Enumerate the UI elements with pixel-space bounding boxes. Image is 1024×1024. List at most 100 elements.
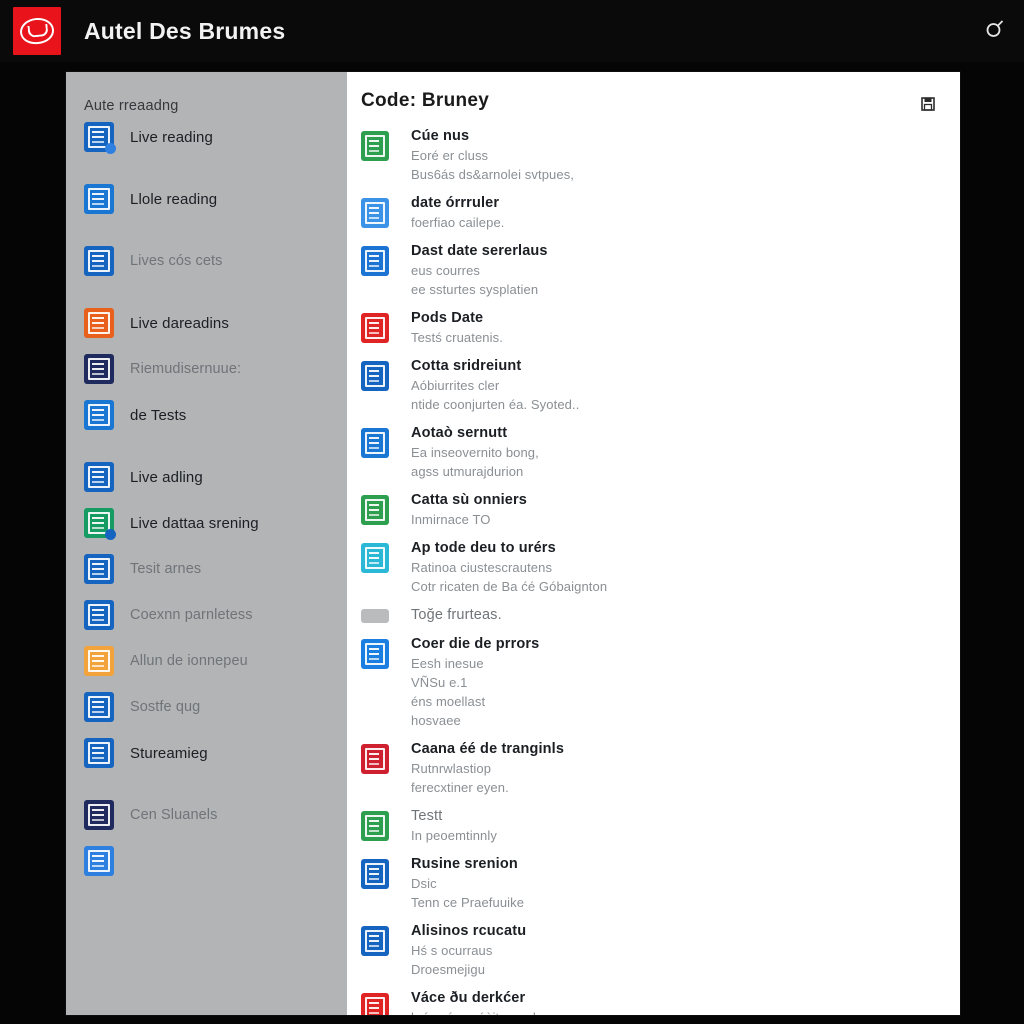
list-item-subtitle: Testś cruatenis. [411, 330, 503, 345]
list-item[interactable]: Testt In peoemtinnly [361, 806, 960, 845]
sidebar-item-6[interactable]: Live adling [66, 454, 347, 500]
list-item[interactable]: Cotta sridreiunt Aóbiurrites cler ntide co… [361, 356, 960, 414]
sidebar-item-14[interactable] [66, 838, 347, 884]
save-icon[interactable] [918, 94, 938, 114]
sidebar-item-label: Live adling [130, 468, 203, 486]
editor-blue-icon [361, 639, 389, 669]
window-blue-icon [361, 198, 389, 228]
list-item-subtitle: Ratinoa ciustescrautens [411, 560, 553, 575]
seal-red-icon [361, 313, 389, 343]
list-item-title: Dast date sererlaus [411, 243, 548, 259]
sidebar-item-3[interactable]: Live dareadins [66, 300, 347, 346]
list-item-text: Catta sù onniers Inmirnace TO [411, 490, 527, 529]
list-item-subtitle: Cotr ricaten de Ba ćé Góbaignton [411, 579, 608, 594]
search-icon[interactable] [984, 18, 1006, 45]
list-item-subtitle: Tenn ce Praefuuike [411, 895, 525, 910]
sidebar-item-label: Allun de ionnepeu [130, 653, 248, 669]
list-item-title: Coer die de prrors [411, 636, 540, 652]
banner-red-icon [361, 993, 389, 1015]
list-item[interactable]: Pods Date Testś cruatenis. [361, 308, 960, 347]
list-item[interactable]: Ap tode deu to urérs Ratinoa ciustescraut… [361, 538, 960, 596]
list-item-text: Cotta sridreiunt Aóbiurrites cler ntide co… [411, 356, 579, 414]
list-item-subtitle: In peoemtinnly [411, 828, 497, 843]
list-item-subtitle: Ea inseovernito bong, [411, 445, 539, 460]
content-list: Cúe nus Eoré er cluss Bus6ás ds&arnolei sv… [347, 114, 960, 1015]
sidebar-header: Aute rreaadng [84, 98, 179, 114]
list-item[interactable]: Toğe frurteas. [361, 605, 960, 625]
list-item-text: Aotaò sernutt Ea inseovernito bong, agss u… [411, 423, 539, 481]
list-item-subtitle: ferecxtiner eyen. [411, 780, 509, 795]
list-item-subtitle: Inmirnace TO [411, 512, 491, 527]
list-item-title: Ap tode deu to urérs [411, 540, 556, 556]
sidebar-item-label: Live reading [130, 128, 213, 146]
list-item[interactable]: Cúe nus Eoré er cluss Bus6ás ds&arnolei sv… [361, 126, 960, 184]
list-item-title: Testt [411, 808, 443, 824]
list-item-title: Caana éé de tranginls [411, 741, 565, 757]
main-window: Aute rreaadng Live reading Llole reading L… [66, 72, 960, 1015]
sidebar-item-1[interactable]: Llole reading [66, 176, 347, 222]
list-item[interactable]: Dast date sererlaus eus courres ee ssturte… [361, 241, 960, 299]
list-item-subtitle: krés céa ccéòitrom els [411, 1008, 543, 1015]
sidebar-item-13[interactable]: Cen Sluanels [66, 792, 347, 838]
page-title: Code: Bruney [361, 90, 490, 111]
sidebar-item-4[interactable]: Riemudisernuue: [66, 346, 347, 392]
list-item-title: Váce ðu derkćer [411, 990, 526, 1006]
sidebar-item-8[interactable]: Tesit arnes [66, 546, 347, 592]
dark-bar-icon [84, 354, 114, 384]
sidebar-item-10[interactable]: Allun de ionnepeu [66, 638, 347, 684]
list-item-subtitle: Dsic [411, 876, 437, 891]
list-item[interactable]: Aotaò sernutt Ea inseovernito bong, agss u… [361, 423, 960, 481]
test-window-icon [84, 400, 114, 430]
list-item-title: Toğe frurteas. [411, 607, 502, 623]
list-item[interactable]: Váce ðu derkćerkrés céa ccéòitrom elslie… [361, 988, 960, 1015]
list-item-text: Alisinos rcucatu Hś s ocurraus Droesmejigu [411, 921, 526, 979]
list-item[interactable]: Rusine srenion Dsic Tenn ce Praefuuike [361, 854, 960, 912]
grid-blue-icon [361, 926, 389, 956]
sidebar-item-11[interactable]: Sostfe qug [66, 684, 347, 730]
sidebar-item-9[interactable]: Coexnn parnletess [66, 592, 347, 638]
list-item[interactable]: Alisinos rcucatu Hś s ocurraus Droesmejigu [361, 921, 960, 979]
list-item-subtitle: Eoré er cluss [411, 148, 489, 163]
list-item-text: Testt In peoemtinnly [411, 806, 497, 845]
list-item-text: Ap tode deu to urérs Ratinoa ciustescraut… [411, 538, 607, 596]
list-item-title: Alisinos rcucatu [411, 923, 527, 939]
sidebar-item-12[interactable]: Stureamieg [66, 730, 347, 776]
list-item-subtitle: Eesh inesue [411, 656, 484, 671]
list-item[interactable]: Coer die de prrors Eesh inesue VÑSu e.1 éns… [361, 634, 960, 730]
list-item-title: Catta sù onniers [411, 492, 528, 508]
list-item-subtitle: foerfiao cailepe. [411, 215, 505, 230]
sidebar-item-7[interactable]: Live dattaa srening [66, 500, 347, 546]
sidebar-item-0[interactable]: Live reading [66, 114, 347, 160]
server-icon [84, 692, 114, 722]
list-item-subtitle: VÑSu e.1 [411, 675, 468, 690]
list-item-title: Aotaò sernutt [411, 425, 508, 441]
placeholder-grey-icon [361, 609, 389, 623]
runner-green-icon [361, 495, 389, 525]
sidebar-item-5[interactable]: de Tests [66, 392, 347, 438]
content-panel: Code: Bruney Cúe nus Eoré er cluss Bus6ás … [347, 72, 960, 1015]
list-item-title: Cotta sridreiunt [411, 358, 522, 374]
graph-green-icon [361, 811, 389, 841]
list-item-subtitle: éns moellast [411, 694, 486, 709]
list-item[interactable]: date órrruler foerfiao cailepe. [361, 193, 960, 232]
list-item-text: Cúe nus Eoré er cluss Bus6ás ds&arnolei sv… [411, 126, 574, 184]
sidebar-item-label: Coexnn parnletess [130, 607, 253, 623]
apps-grid-icon [84, 738, 114, 768]
list-item-subtitle: Aóbiurrites cler [411, 378, 500, 393]
tag-check-icon [84, 554, 114, 584]
sidebar-item-label: Lives cós cets [130, 253, 223, 269]
list-item-subtitle: Droesmejigu [411, 962, 486, 977]
sidebar: Aute rreaadng Live reading Llole reading L… [66, 72, 347, 1015]
list-item[interactable]: Catta sù onniers Inmirnace TO [361, 490, 960, 529]
list-item-text: Coer die de prrors Eesh inesue VÑSu e.1 éns… [411, 634, 539, 730]
list-item-title: Rusine srenion [411, 856, 518, 872]
sidebar-item-label: Live dattaa srening [130, 514, 259, 532]
list-item-subtitle: hosvaee [411, 713, 461, 728]
list-window-icon [84, 184, 114, 214]
list-item[interactable]: Caana éé de tranginls Rutnrwlastiop ferecx… [361, 739, 960, 797]
list-item-text: Váce ðu derkćerkrés céa ccéòitrom elslie… [411, 988, 543, 1015]
sidebar-item-label: Stureamieg [130, 744, 208, 762]
title-bar: Autel Des Brumes [0, 0, 1024, 62]
card-window-icon [84, 462, 114, 492]
sidebar-item-2[interactable]: Lives cós cets [66, 238, 347, 284]
